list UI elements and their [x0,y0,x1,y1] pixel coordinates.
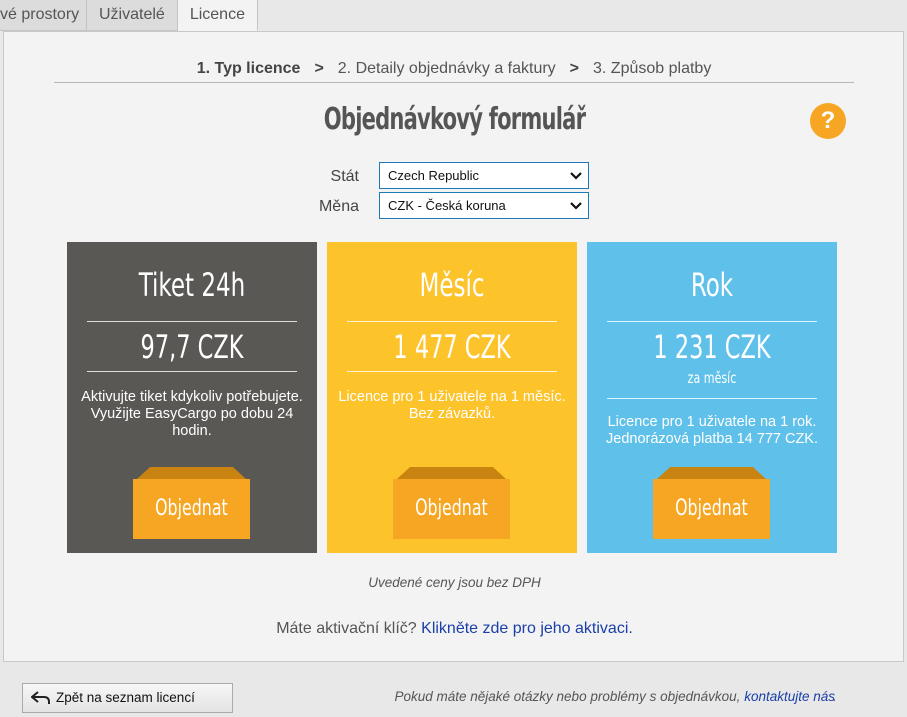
divider [347,321,557,322]
footer-contact-note: Pokud máte nějaké otázky nebo problémy s… [394,689,835,704]
state-select-value: Czech Republic [388,168,480,183]
steps-divider [54,82,854,83]
divider [347,371,557,372]
back-button-label: Zpět na seznam licencí [56,690,195,705]
button-body: Objednat [653,479,770,539]
tab-bar: vé prostory Uživatelé Licence [0,0,258,31]
order-button-year[interactable]: Objednat [653,467,770,539]
step-separator: > [569,60,580,77]
divider [607,398,817,399]
button-label: Objednat [155,496,228,521]
plan-card-ticket-24h: Tiket 24h 97,7 CZK Aktivujte tiket kdyko… [67,242,317,553]
plan-price-period: za měsíc [687,369,737,387]
currency-label: Měna [318,198,359,215]
state-select[interactable]: Czech Republic [379,162,589,189]
button-body: Objednat [133,479,250,539]
activation-prompt: Máte aktivační klíč? Klikněte zde pro je… [4,620,905,638]
plan-name: Měsíc [419,266,485,304]
button-lid [657,467,766,479]
plan-price: 1 477 CZK [393,328,511,366]
help-icon[interactable]: ? [810,103,846,139]
tab-licence[interactable]: Licence [177,0,258,31]
button-lid [397,467,506,479]
divider [607,321,817,322]
activation-link[interactable]: Klikněte zde pro jeho aktivaci. [421,620,633,637]
currency-select[interactable]: CZK - Česká koruna [379,192,589,219]
order-panel: 1. Typ licence >2. Detaily objednávky a f… [3,31,904,662]
step-payment-method: 3. Způsob platby [593,60,712,77]
page-title: Objednávkový formulář [323,102,586,137]
contact-link[interactable]: kontaktujte nás [744,689,835,704]
order-button-ticket-24h[interactable]: Objednat [133,467,250,539]
vat-note: Uvedené ceny jsou bez DPH [368,575,541,590]
chevron-down-icon [570,202,582,210]
state-label: Stát [330,168,359,185]
tab-users[interactable]: Uživatelé [87,0,178,31]
plan-card-year: Rok 1 231 CZK za měsíc Licence pro 1 uži… [587,242,837,553]
plan-name: Tiket 24h [138,266,246,304]
button-body: Objednat [393,479,510,539]
button-label: Objednat [415,496,488,521]
wizard-steps: 1. Typ licence >2. Detaily objednávky a f… [54,60,854,78]
back-arrow-icon [31,691,50,704]
plan-price: 97,7 CZK [140,328,244,366]
divider [87,321,297,322]
tab-spaces[interactable]: vé prostory [0,0,87,31]
plan-description: Aktivujte tiket kdykoliv potřebujete. Vy… [81,389,303,439]
back-to-licences-button[interactable]: Zpět na seznam licencí [22,683,233,713]
button-lid [137,467,246,479]
chevron-down-icon [570,172,582,180]
order-button-month[interactable]: Objednat [393,467,510,539]
activation-text: Máte aktivační klíč? [276,620,417,637]
button-label: Objednat [675,496,748,521]
plan-description: Licence pro 1 uživatele na 1 měsíc. Bez … [338,389,566,422]
footer-text: Pokud máte nějaké otázky nebo problémy s… [394,689,741,704]
plan-price: 1 231 CZK [653,328,771,366]
footer-tail: . [833,689,837,704]
step-order-details: 2. Detaily objednávky a faktury [337,60,556,77]
step-separator: > [314,60,324,77]
plan-card-month: Měsíc 1 477 CZK Licence pro 1 uživatele … [327,242,577,553]
divider [87,371,297,372]
plan-description: Licence pro 1 uživatele na 1 rok. Jednor… [606,414,818,447]
plan-name: Rok [690,266,734,304]
currency-select-value: CZK - Česká koruna [388,198,506,213]
step-licence-type: 1. Typ licence [196,60,301,77]
